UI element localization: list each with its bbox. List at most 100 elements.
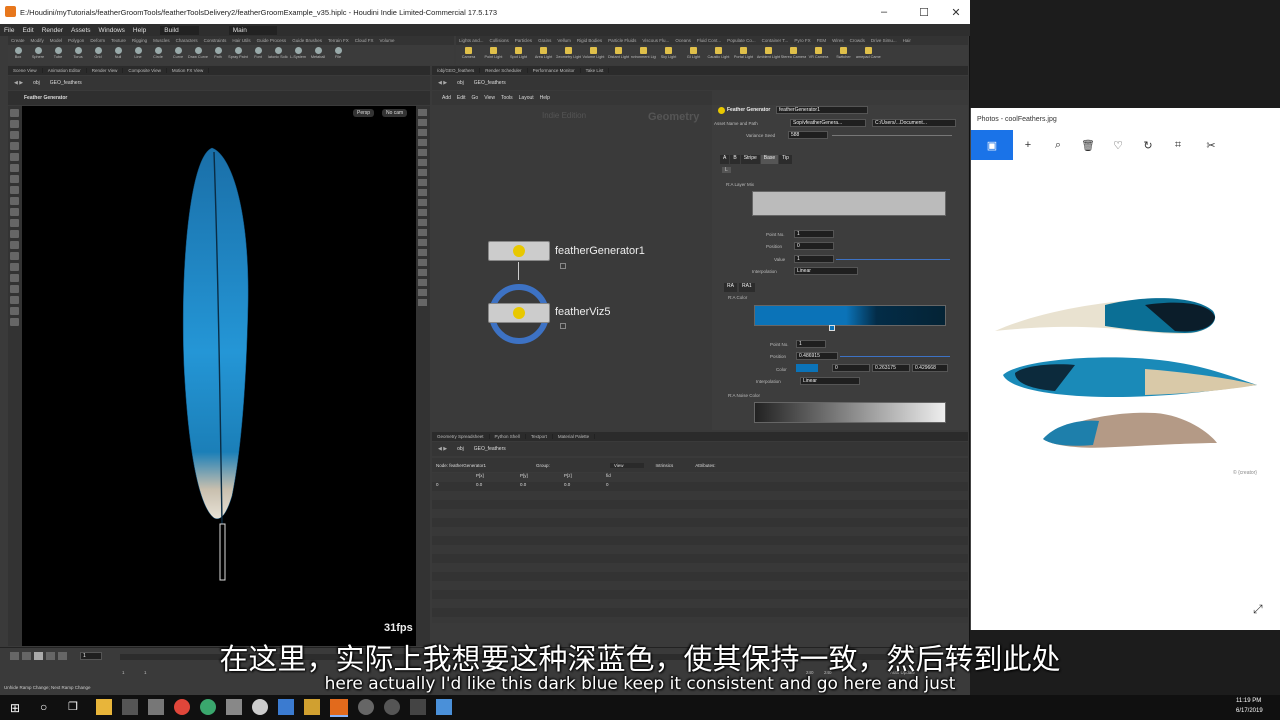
- nav-arrows-icon[interactable]: ◀ ▶: [438, 446, 447, 452]
- back-arrow-icon[interactable]: ◀ ▶: [14, 80, 23, 86]
- node-feather-generator[interactable]: [488, 241, 550, 261]
- interp2-select[interactable]: Linear: [800, 377, 860, 385]
- point-field[interactable]: 1: [794, 230, 834, 238]
- col-fid[interactable]: fid: [606, 473, 646, 482]
- position-field[interactable]: 0: [794, 242, 834, 250]
- fullscreen-icon[interactable]: ⤢: [1253, 602, 1263, 617]
- ramp-key-handle[interactable]: [829, 325, 835, 331]
- photos-taskbar-icon[interactable]: [436, 699, 452, 715]
- file-explorer-icon[interactable]: [96, 699, 112, 715]
- light-tool[interactable]: Camera: [456, 45, 481, 65]
- shelf-tab[interactable]: Particles: [512, 38, 535, 43]
- col-py[interactable]: P[y]: [520, 473, 564, 482]
- shelf-tab[interactable]: Characters: [173, 38, 201, 43]
- close-button[interactable]: ✕: [942, 0, 970, 24]
- shelf-tool[interactable]: L-System: [288, 45, 308, 65]
- add-icon[interactable]: +: [1013, 139, 1043, 151]
- parm-tab[interactable]: B: [730, 155, 740, 164]
- view-select[interactable]: View: [609, 462, 644, 468]
- app-icon[interactable]: [226, 699, 242, 715]
- light-tool[interactable]: Geometry Light: [556, 45, 581, 65]
- houdini-taskbar-icon[interactable]: [330, 699, 348, 717]
- pane-tab[interactable]: Scene View: [8, 68, 43, 73]
- color-swatch[interactable]: [796, 364, 818, 372]
- shelf-tab[interactable]: Drive Simu...: [868, 38, 900, 43]
- spread-path-geo[interactable]: GEO_feathers: [474, 446, 506, 452]
- spreadsheet-grid[interactable]: P[x] P[y] P[z] fid 0 0.0 0.0 0.0 0: [432, 473, 968, 623]
- shelf-tool[interactable]: Box: [8, 45, 28, 65]
- point2-field[interactable]: 1: [796, 340, 826, 348]
- color-ramp[interactable]: [754, 305, 946, 326]
- shelf-tab[interactable]: Lights and...: [456, 38, 487, 43]
- search-icon[interactable]: ○: [40, 700, 47, 714]
- shelf-tool[interactable]: Line: [128, 45, 148, 65]
- shelf-tool[interactable]: Font: [248, 45, 268, 65]
- shelf-tool[interactable]: Sphere: [28, 45, 48, 65]
- layer-mix-ramp[interactable]: [752, 191, 946, 216]
- color-g-field[interactable]: 0.263175: [872, 364, 910, 372]
- nav-arrows-icon[interactable]: ◀ ▶: [438, 80, 447, 86]
- maximize-button[interactable]: ☐: [910, 0, 938, 24]
- interp-select[interactable]: Linear: [794, 267, 858, 275]
- shelf-tool[interactable]: Torus: [68, 45, 88, 65]
- light-tool[interactable]: Volume Light: [581, 45, 606, 65]
- windows-start-icon[interactable]: ⊞: [10, 701, 20, 715]
- shelf-tab[interactable]: Pyro FX: [791, 38, 813, 43]
- shelf-tab[interactable]: Muscles: [150, 38, 173, 43]
- shelf-tab[interactable]: Crowds: [847, 38, 868, 43]
- task-view-icon[interactable]: ❐: [68, 700, 78, 713]
- shelf-tab[interactable]: Container T...: [759, 38, 792, 43]
- shelf-tab[interactable]: Vellum: [554, 38, 574, 43]
- menu-assets[interactable]: Assets: [67, 27, 95, 34]
- shelf-tab[interactable]: Fluid Cont...: [694, 38, 724, 43]
- asset-path-field[interactable]: C:/Users/...Document...: [872, 119, 956, 127]
- light-tool[interactable]: Point Light: [481, 45, 506, 65]
- shelf-tab[interactable]: Rigging: [129, 38, 150, 43]
- parm-tab[interactable]: A: [720, 155, 730, 164]
- light-tool[interactable]: Caustic Light: [706, 45, 731, 65]
- minimize-button[interactable]: –: [870, 0, 898, 24]
- light-tool[interactable]: Stereo Camera: [781, 45, 806, 65]
- pane-tab[interactable]: Textport: [526, 434, 553, 439]
- menu-render[interactable]: Render: [38, 27, 67, 34]
- node2-label[interactable]: featherViz5: [555, 306, 610, 318]
- image-view-icon[interactable]: ▣: [971, 130, 1013, 160]
- parm-tab[interactable]: Tip: [779, 155, 792, 164]
- scene-viewport[interactable]: Persp No cam 31fps: [22, 106, 416, 646]
- shelf-tool[interactable]: Metaball: [308, 45, 328, 65]
- net-menu-item[interactable]: Go: [472, 95, 479, 101]
- shelf-tab[interactable]: Model: [47, 38, 65, 43]
- shelf-tool[interactable]: Platonic Solids: [268, 45, 288, 65]
- app-icon[interactable]: [384, 699, 400, 715]
- pane-tab[interactable]: Animation Editor: [43, 68, 87, 73]
- edit-icon[interactable]: ✂: [1193, 139, 1229, 152]
- light-tool[interactable]: Sky Light: [656, 45, 681, 65]
- net-path-geo[interactable]: GEO_feathers: [474, 80, 506, 86]
- persp-menu[interactable]: Persp: [353, 109, 375, 117]
- light-tool[interactable]: Environment Light: [631, 45, 656, 65]
- shelf-tab[interactable]: Texture: [108, 38, 129, 43]
- light-tool[interactable]: Area Light: [531, 45, 556, 65]
- spread-path-obj[interactable]: obj: [457, 446, 464, 452]
- pane-tab[interactable]: Render Scheduler: [480, 68, 528, 73]
- position2-field[interactable]: 0.486915: [796, 352, 838, 360]
- network-editor[interactable]: Indie Edition Geometry featherGenerator1…: [432, 105, 712, 430]
- intrinsics-select[interactable]: Intrinsics: [656, 463, 674, 468]
- shelf-tab[interactable]: Deform: [87, 38, 108, 43]
- shelf-tool[interactable]: Draw Curve: [188, 45, 208, 65]
- camera-menu[interactable]: No cam: [382, 109, 408, 117]
- col-pz[interactable]: P[z]: [564, 473, 606, 482]
- path-obj[interactable]: obj: [33, 80, 40, 86]
- shelf-tool[interactable]: Curve: [168, 45, 188, 65]
- ramp-tab[interactable]: RA: [724, 283, 737, 292]
- pane-tab[interactable]: Python Shell: [490, 434, 526, 439]
- menu-windows[interactable]: Windows: [95, 27, 129, 34]
- asset-name-field[interactable]: Sop/vfeatherGenera...: [790, 119, 866, 127]
- store-icon[interactable]: [122, 699, 138, 715]
- app-icon[interactable]: [358, 699, 374, 715]
- cell-fid[interactable]: 0: [606, 482, 646, 491]
- shelf-tab[interactable]: Constraints: [201, 38, 230, 43]
- chrome-icon[interactable]: [174, 699, 190, 715]
- shelf-tab[interactable]: Rigid Bodies: [574, 38, 605, 43]
- pane-tab[interactable]: Geometry Spreadsheet: [432, 434, 490, 439]
